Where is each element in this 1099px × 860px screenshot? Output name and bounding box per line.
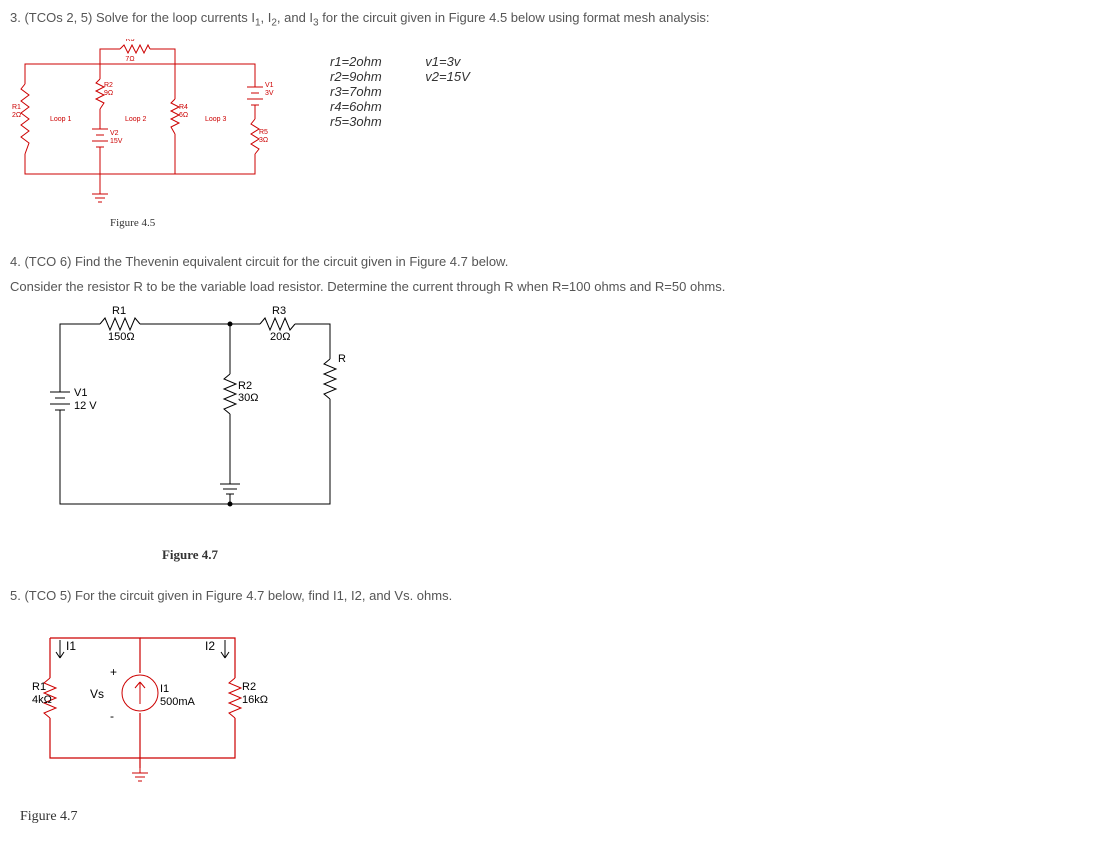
svg-text:16kΩ: 16kΩ (242, 694, 268, 706)
svg-text:R1: R1 (32, 681, 46, 693)
svg-text:V1: V1 (265, 82, 274, 89)
question-3-text: 3. (TCOs 2, 5) Solve for the loop curren… (10, 10, 1089, 29)
svg-text:V2: V2 (110, 130, 119, 137)
svg-text:R: R (338, 353, 346, 365)
q3-params: r1=2ohm r2=9ohm r3=7ohm r4=6ohm r5=3ohm … (330, 54, 510, 129)
svg-text:3Ω: 3Ω (259, 137, 268, 144)
q3-prefix: 3. (TCOs 2, 5) Solve for the loop curren… (10, 10, 255, 25)
svg-text:R2: R2 (104, 82, 113, 89)
svg-text:20Ω: 20Ω (270, 331, 290, 343)
param-r4: r4=6ohm (330, 99, 382, 114)
param-r2: r2=9ohm (330, 69, 382, 84)
param-r3: r3=7ohm (330, 84, 382, 99)
param-r5: r5=3ohm (330, 114, 382, 129)
question-4: 4. (TCO 6) Find the Thevenin equivalent … (10, 254, 1089, 563)
svg-text:Loop 2: Loop 2 (125, 116, 147, 123)
svg-text:R4: R4 (179, 104, 188, 111)
q3-mid1: , I (261, 10, 272, 25)
figure-4-7-b: I1 I2 R1 4kΩ R2 16kΩ Vs + - I1 500mA Fig… (20, 628, 290, 825)
svg-text:4kΩ: 4kΩ (32, 694, 52, 706)
question-4-line1: 4. (TCO 6) Find the Thevenin equivalent … (10, 254, 1089, 269)
question-5: 5. (TCO 5) For the circuit given in Figu… (10, 588, 1089, 825)
figure-4-7-a: R1 150Ω R3 20Ω R2 30Ω R V1 12 V Figure 4… (30, 304, 350, 563)
svg-text:Loop 3: Loop 3 (205, 116, 227, 123)
question-3: 3. (TCOs 2, 5) Solve for the loop curren… (10, 10, 1089, 229)
param-v1: v1=3v (425, 54, 469, 69)
svg-text:R1: R1 (12, 104, 21, 111)
svg-text:6Ω: 6Ω (179, 112, 188, 119)
svg-text:I2: I2 (205, 639, 215, 653)
svg-text:Loop 1: Loop 1 (50, 116, 72, 123)
svg-text:12 V: 12 V (74, 400, 97, 412)
svg-text:R5: R5 (259, 129, 268, 136)
figure-4-5-caption: Figure 4.5 (110, 217, 290, 229)
figure-4-5: R1 2Ω R2 9Ω R3 7Ω R4 6Ω R5 3Ω V1 3V V2 1… (10, 39, 290, 229)
svg-text:R2: R2 (242, 681, 256, 693)
svg-text:150Ω: 150Ω (108, 331, 135, 343)
svg-text:+: + (110, 665, 117, 679)
svg-text:R3: R3 (126, 39, 135, 43)
svg-text:R1: R1 (112, 305, 126, 317)
param-v2: v2=15V (425, 69, 469, 84)
svg-text:R2: R2 (238, 380, 252, 392)
question-4-line2: Consider the resistor R to be the variab… (10, 279, 1089, 294)
svg-text:9Ω: 9Ω (104, 90, 113, 97)
svg-text:500mA: 500mA (160, 696, 196, 708)
figure-4-7-a-caption: Figure 4.7 (30, 547, 350, 563)
svg-text:I1: I1 (160, 683, 169, 695)
svg-text:3V: 3V (265, 90, 274, 97)
q3-suffix: for the circuit given in Figure 4.5 belo… (319, 10, 710, 25)
figure-4-7-b-caption: Figure 4.7 (20, 809, 290, 825)
svg-text:R3: R3 (272, 305, 286, 317)
svg-text:Vs: Vs (90, 687, 104, 701)
svg-text:V1: V1 (74, 387, 87, 399)
svg-text:-: - (110, 709, 114, 723)
svg-text:15V: 15V (110, 138, 123, 145)
question-5-text: 5. (TCO 5) For the circuit given in Figu… (10, 588, 1089, 603)
svg-text:2Ω: 2Ω (12, 112, 21, 119)
svg-text:7Ω: 7Ω (125, 56, 134, 63)
svg-text:30Ω: 30Ω (238, 392, 258, 404)
svg-text:I1: I1 (66, 639, 76, 653)
q3-mid2: , and I (277, 10, 313, 25)
param-r1: r1=2ohm (330, 54, 382, 69)
